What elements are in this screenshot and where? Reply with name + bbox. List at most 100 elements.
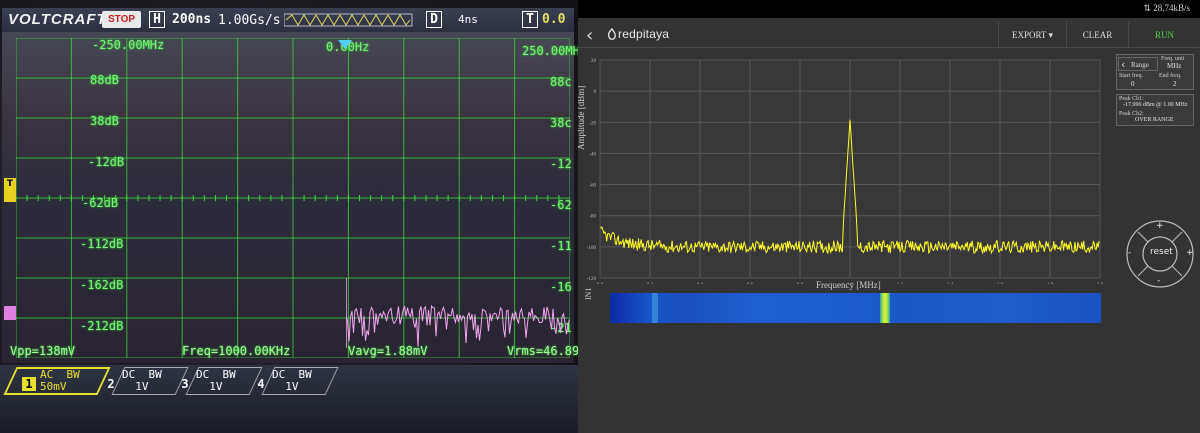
scope-trigger-level: 0.0 <box>542 12 566 27</box>
scope-db-label: -62dB <box>82 196 119 210</box>
waterfall-low-freq-band <box>652 293 658 323</box>
x-tick-label: 1.4 <box>947 283 954 284</box>
scope-delay-prefix: D <box>426 11 442 28</box>
scope-meas-vpp: Vpp=138mV <box>10 344 76 358</box>
scope-ch3-bw: BW <box>222 368 236 381</box>
waterfall-display <box>610 293 1101 323</box>
x-tick-label: 0.4 <box>697 283 704 284</box>
scope-trigger-marker: T <box>4 178 16 202</box>
end-freq-input[interactable]: 2 <box>1173 80 1177 88</box>
x-tick-label: 0.0 <box>597 283 604 284</box>
scope-db-label: -112dB <box>80 237 124 251</box>
x-tick-label: 0.6 <box>747 283 754 284</box>
scope-timebase: 200ns <box>172 12 212 27</box>
redpitaya-logo: redpitaya <box>618 27 670 41</box>
back-button[interactable]: ‹ <box>586 25 593 46</box>
scope-ch3-scale: 1V <box>209 380 223 393</box>
app-nav-bar: ‹ redpitaya EXPORT ▾ CLEAR RUN <box>578 22 1200 48</box>
zoom-out-x-button[interactable]: - <box>1128 248 1131 258</box>
export-button[interactable]: EXPORT ▾ <box>998 22 1066 48</box>
spectrum-plot: 0.00.20.40.60.81.01.21.41.61.82.0200-20-… <box>587 59 1104 284</box>
reset-zoom-button[interactable]: reset <box>1150 247 1173 257</box>
scope-ch2-scale: 1V <box>135 380 149 393</box>
scope-ch4-tab: DC BW 1V <box>272 369 312 395</box>
scope-meas-vavg: Vavg=1.88mV <box>348 344 428 358</box>
scope-db-label: -162dB <box>80 278 124 292</box>
freq-unit-select[interactable]: MHz <box>1167 62 1181 70</box>
x-tick-label: 0.8 <box>797 283 804 284</box>
scope-status-bar: VOLTCRAFT. STOP H 200ns 1.00Gs/s D 4ns T… <box>2 8 574 32</box>
scope-db-label-right: -11 <box>550 239 572 253</box>
scope-ch4-coupling: DC <box>272 368 286 381</box>
scope-ch3-coupling: DC <box>196 368 210 381</box>
zoom-in-y-button[interactable]: + <box>1156 221 1164 231</box>
scope-meas-freq: Freq=1000.00KHz <box>182 344 291 358</box>
redpitaya-spectrum-app: ⇅ 28.74kB/s ‹ redpitaya EXPORT ▾ CLEAR R… <box>578 0 1200 433</box>
start-freq-label: Start freq. <box>1119 73 1143 79</box>
scope-freq-right: 250.00MH <box>522 44 578 58</box>
scope-ch1-tab: AC BW 50mV <box>40 369 80 395</box>
x-tick-label: 0.2 <box>647 283 654 284</box>
scope-freq-left: -250.00MHz <box>92 38 165 52</box>
data-rate-indicator: ⇅ 28.74kB/s <box>1143 3 1190 13</box>
x-tick-label: 1.2 <box>897 283 904 284</box>
scope-ch1-scale: 50mV <box>40 380 67 393</box>
waterfall-channel-label: IN1 <box>584 287 593 300</box>
zoom-in-x-button[interactable]: + <box>1186 248 1194 258</box>
zoom-joystick: reset + - - + <box>1120 214 1200 294</box>
x-tick-label: 2.0 <box>1097 283 1104 284</box>
scope-ch1-num: 1 <box>22 377 36 391</box>
scope-brand-logo: VOLTCRAFT. <box>8 11 111 28</box>
scope-sample-rate: 1.00Gs/s <box>218 13 281 28</box>
scope-ch2-coupling: DC <box>122 368 136 381</box>
y-tick-label: -100 <box>587 246 597 251</box>
redpitaya-logo-icon <box>607 28 616 40</box>
scope-db-label-right: 38c <box>550 116 572 130</box>
scope-run-state-badge: STOP <box>102 11 142 28</box>
y-tick-label: -20 <box>589 121 596 126</box>
scope-db-label-right: 88c <box>550 75 572 89</box>
scope-timebase-prefix: H <box>149 11 165 28</box>
oscilloscope-photo: VOLTCRAFT. STOP H 200ns 1.00Gs/s D 4ns T… <box>0 0 578 433</box>
scope-fft-noise-line <box>346 304 570 347</box>
scope-db-label-right: -62 <box>550 198 572 212</box>
zoom-out-y-button[interactable]: - <box>1157 276 1160 286</box>
y-tick-label: -120 <box>587 277 597 282</box>
scope-memory-bar-icon <box>284 13 413 27</box>
run-label: RUN <box>1154 30 1174 40</box>
scope-db-label: 88dB <box>90 73 119 87</box>
range-button[interactable]: ‹ Range <box>1118 57 1158 71</box>
clear-button[interactable]: CLEAR <box>1066 22 1128 48</box>
run-button[interactable]: RUN <box>1128 22 1200 48</box>
x-tick-label: 1.6 <box>997 283 1004 284</box>
end-freq-label: End freq. <box>1159 73 1182 79</box>
y-tick-label: 0 <box>594 90 597 95</box>
scope-db-label: -12dB <box>88 155 125 169</box>
scope-channel-bar: 1 AC BW 50mV 2 DC BW 1V 3 DC BW 1V 4 DC … <box>0 365 578 433</box>
y-tick-label: 20 <box>591 59 597 64</box>
y-tick-label: -80 <box>589 215 596 220</box>
peak-panel: Peak Ch1: -17.996 dBm @ 1.00 MHz Peak Ch… <box>1116 94 1194 126</box>
scope-fft-trace <box>346 278 570 348</box>
peak-ch1-value: -17.996 dBm @ 1.00 MHz <box>1123 102 1188 108</box>
scope-trigger-prefix: T <box>522 11 538 28</box>
scope-delay: 4ns <box>458 13 478 26</box>
range-panel: ‹ Range Freq. unit MHz Start freq. 0 End… <box>1116 54 1194 90</box>
x-axis-label: Frequency [MHz] <box>816 280 881 290</box>
scope-trigger-pos-icon <box>338 40 352 49</box>
scope-db-label-right: -12 <box>550 157 572 171</box>
peak-ch2-value: OVER RANGE <box>1135 117 1174 123</box>
scope-ch4-scale: 1V <box>285 380 299 393</box>
scope-ch4-bw: BW <box>298 368 312 381</box>
y-tick-label: -40 <box>589 152 596 157</box>
scope-db-label: 38dB <box>90 114 119 128</box>
clear-label: CLEAR <box>1082 30 1113 40</box>
scope-ch3-tab: DC BW 1V <box>196 369 236 395</box>
oscilloscope-screen: VOLTCRAFT. STOP H 200ns 1.00Gs/s D 4ns T… <box>2 8 578 363</box>
scope-channel-math-marker <box>4 306 16 320</box>
waterfall-peak-band <box>880 293 890 323</box>
system-status-bar: ⇅ 28.74kB/s <box>578 0 1200 18</box>
data-rate-value: 28.74kB/s <box>1153 3 1190 13</box>
start-freq-input[interactable]: 0 <box>1131 80 1135 88</box>
caret-down-icon: ▾ <box>1048 30 1054 40</box>
